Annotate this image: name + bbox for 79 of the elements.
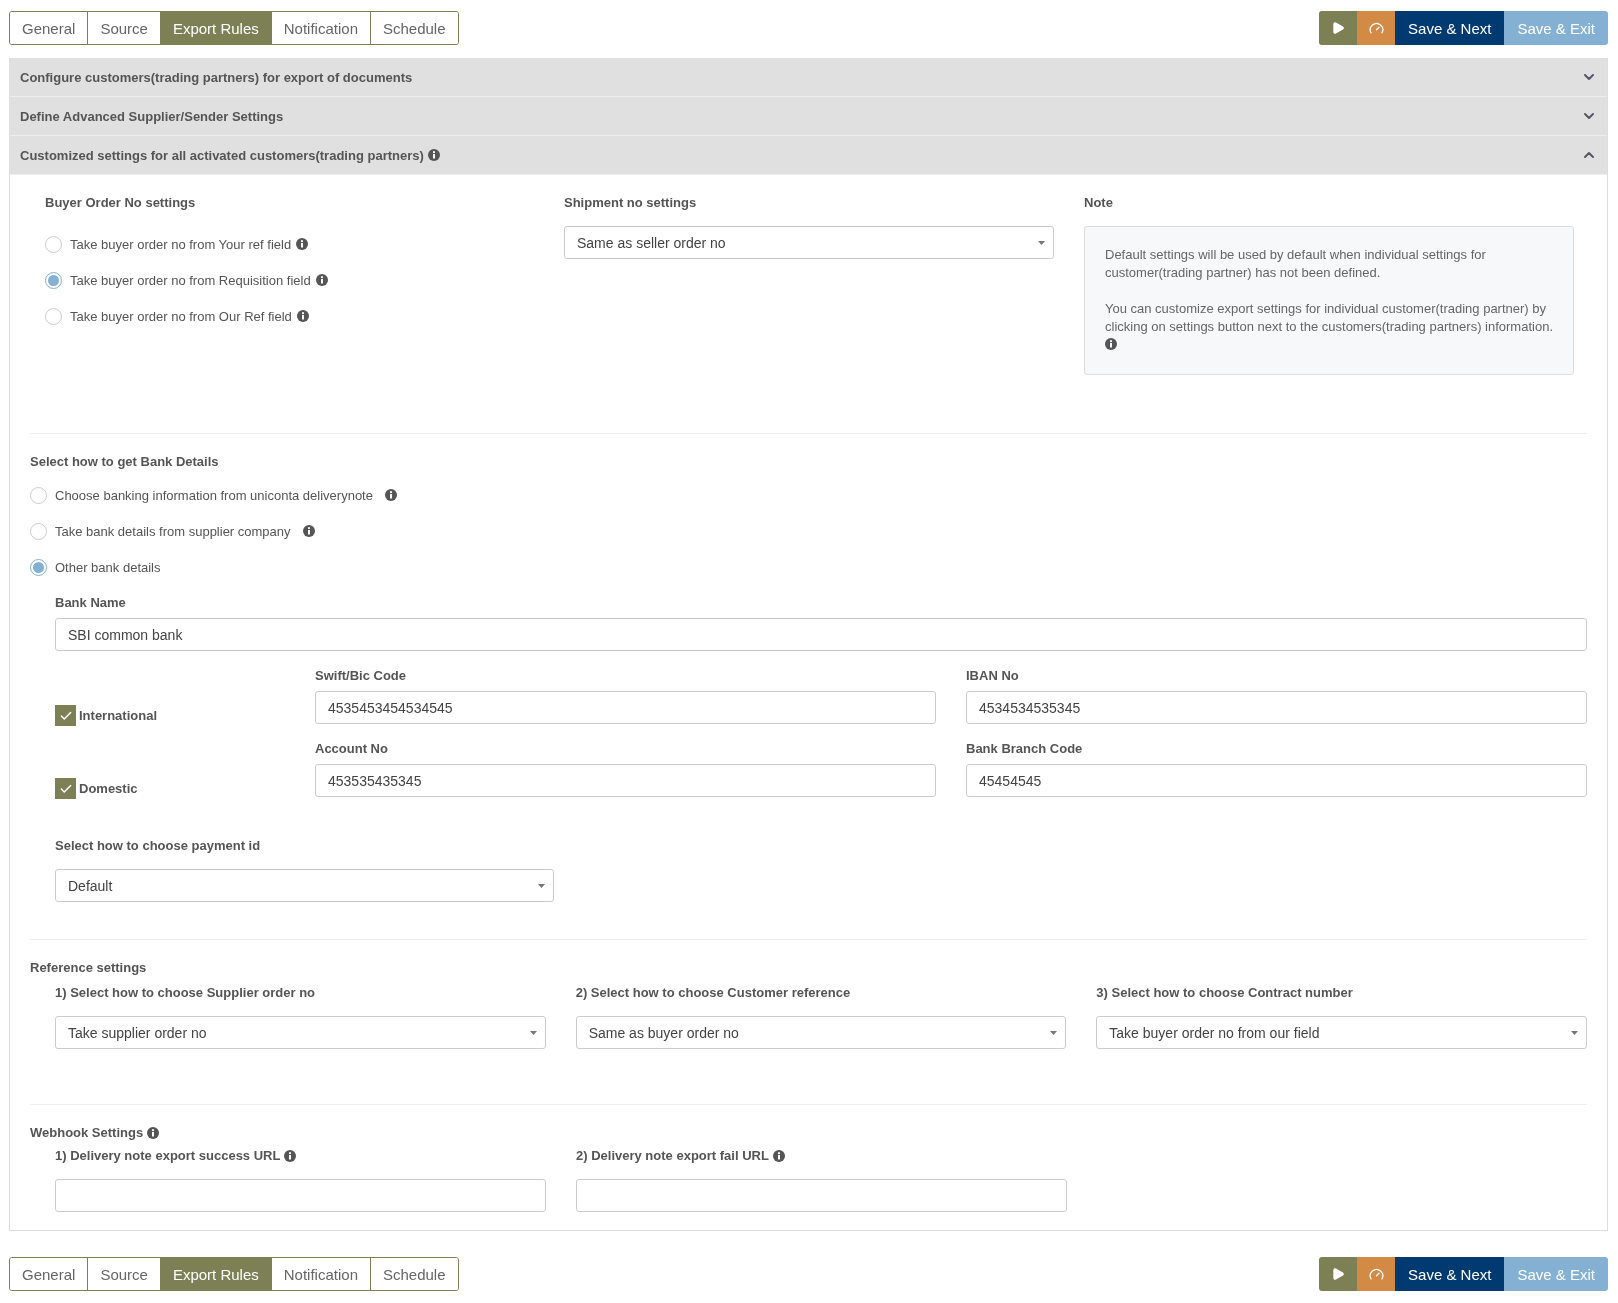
option-label: Take buyer order no from Your ref field bbox=[70, 236, 292, 252]
option-label: Other bank details bbox=[55, 559, 161, 575]
field-label: Bank Branch Code bbox=[966, 741, 1084, 756]
info-icon bbox=[315, 274, 328, 286]
field-label: IBAN No bbox=[966, 668, 1020, 683]
field-label: Account No bbox=[315, 741, 389, 756]
caret-icon bbox=[1571, 1030, 1578, 1035]
accordion-title: Define Advanced Supplier/Sender Settings bbox=[20, 108, 284, 124]
tab[interactable]: Export Rules bbox=[159, 12, 271, 44]
note-text: You can customize export settings for individual customer(trading partner) by clicking on settings button next to the customers(trading partners) information. bbox=[1105, 301, 1553, 334]
field-label: Swift/Bic Code bbox=[315, 668, 407, 683]
input-field[interactable]: 4535453454534545 bbox=[315, 691, 936, 724]
caret-icon bbox=[538, 883, 545, 888]
url-field[interactable] bbox=[576, 1179, 1067, 1212]
field-label: 2) Delivery note export fail URL bbox=[576, 1148, 769, 1163]
gauge-button[interactable] bbox=[1357, 11, 1396, 45]
checkbox[interactable] bbox=[55, 778, 76, 799]
section-heading: Webhook Settings bbox=[30, 1125, 144, 1140]
accordion-header[interactable]: Customized settings for all activated customers(trading partners) bbox=[10, 136, 1607, 175]
info-icon bbox=[284, 1149, 297, 1162]
checkbox-label: International bbox=[79, 708, 157, 723]
gauge-icon bbox=[1368, 20, 1384, 36]
note-text: Default settings will be used by default when individual settings for customer(trading partner) has not been defined. bbox=[1105, 247, 1486, 280]
section-heading: Select how to get Bank Details bbox=[30, 454, 220, 469]
dropdown[interactable]: Same as buyer order no bbox=[575, 1016, 1067, 1049]
info-icon bbox=[296, 238, 309, 250]
field-label: 3) Select how to choose Contract number bbox=[1096, 985, 1354, 1000]
field-label: 1) Select how to choose Supplier order no bbox=[55, 985, 317, 1000]
tab[interactable]: Export Rules bbox=[159, 1258, 271, 1290]
dropdown[interactable]: Same as seller order no bbox=[564, 226, 1054, 259]
info-icon bbox=[147, 1126, 160, 1139]
accordion-header[interactable]: Define Advanced Supplier/Sender Settings bbox=[10, 97, 1607, 136]
field-label: 2) Select how to choose Customer reference bbox=[575, 985, 852, 1000]
accordion-header[interactable]: Configure customers(trading partners) for export of documents bbox=[10, 58, 1607, 97]
play-button[interactable] bbox=[1319, 1257, 1358, 1291]
caret-icon bbox=[1038, 240, 1045, 245]
field-label: Bank Name bbox=[55, 595, 127, 610]
gauge-button[interactable] bbox=[1357, 1257, 1396, 1291]
option-label: Take buyer order no from Requisition field bbox=[70, 272, 311, 288]
radio-button[interactable] bbox=[30, 522, 47, 540]
option-label: Choose banking information from uniconta deliverynote bbox=[55, 487, 373, 503]
dropdown[interactable]: Take supplier order no bbox=[55, 1016, 546, 1049]
accordion-title: Customized settings for all activated customers(trading partners) bbox=[20, 147, 424, 163]
save-next-button[interactable]: Save & Next bbox=[1395, 11, 1505, 45]
radio-button[interactable] bbox=[45, 307, 62, 325]
radio-button[interactable] bbox=[30, 486, 47, 504]
tab[interactable]: Schedule bbox=[370, 12, 458, 44]
option-label: Take buyer order no from Our Ref field bbox=[70, 308, 292, 324]
caret-icon bbox=[1050, 1030, 1058, 1035]
url-field[interactable] bbox=[55, 1179, 546, 1212]
play-button[interactable] bbox=[1319, 11, 1358, 45]
play-icon bbox=[1331, 21, 1346, 35]
input-field[interactable]: 453535435345 bbox=[315, 764, 936, 797]
radio-button[interactable] bbox=[45, 235, 62, 253]
input-field[interactable]: 45454545 bbox=[966, 764, 1587, 797]
checkbox-label: Domestic bbox=[79, 781, 138, 796]
option-label: Take bank details from supplier company bbox=[55, 523, 291, 539]
field-label: 1) Delivery note export success URL bbox=[55, 1148, 281, 1163]
play-icon bbox=[1331, 1267, 1346, 1281]
info-icon bbox=[1105, 338, 1117, 350]
section-heading: Note bbox=[1084, 195, 1114, 210]
accordion-title: Configure customers(trading partners) for export of documents bbox=[20, 69, 413, 85]
input-field[interactable]: 4534534535345 bbox=[966, 691, 1587, 724]
radio-button[interactable] bbox=[30, 558, 47, 576]
bank-name-field[interactable]: SBI common bank bbox=[55, 618, 1587, 651]
info-icon bbox=[772, 1149, 785, 1162]
tab[interactable]: Schedule bbox=[370, 1258, 458, 1290]
section-heading: Reference settings bbox=[30, 960, 148, 975]
dropdown[interactable]: Take buyer order no from our field bbox=[1096, 1016, 1587, 1049]
info-icon bbox=[296, 310, 309, 322]
save-next-button[interactable]: Save & Next bbox=[1395, 1257, 1505, 1291]
section-heading: Buyer Order No settings bbox=[45, 195, 197, 210]
caret-icon bbox=[529, 1030, 537, 1035]
section-heading: Shipment no settings bbox=[564, 195, 698, 210]
radio-button[interactable] bbox=[45, 271, 62, 289]
field-label: Select how to choose payment id bbox=[55, 838, 262, 853]
dropdown[interactable]: Default bbox=[55, 869, 554, 902]
gauge-icon bbox=[1368, 1266, 1384, 1282]
checkbox[interactable] bbox=[55, 705, 76, 726]
